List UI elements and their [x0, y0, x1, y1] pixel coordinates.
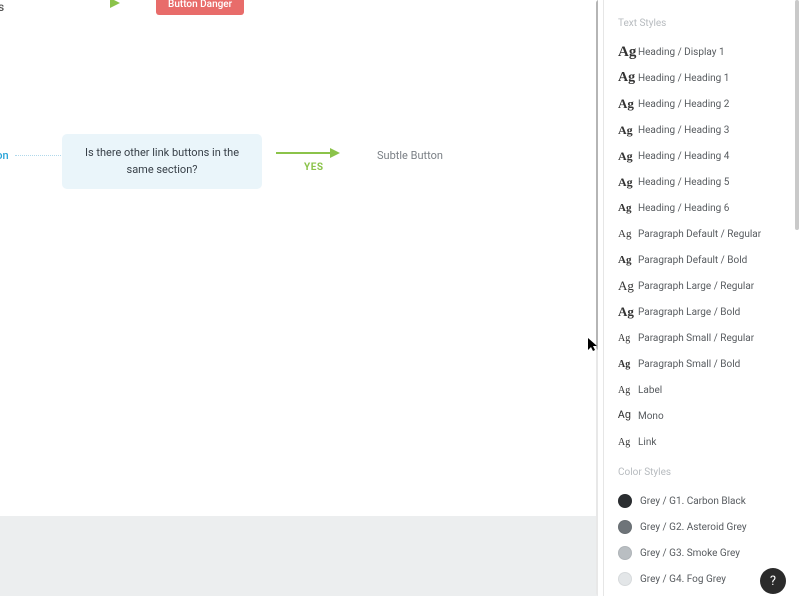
text-style-item[interactable]: AgParagraph Default / Bold [618, 247, 800, 273]
ag-sample-icon: Ag [618, 359, 638, 370]
ag-sample-icon: Ag [618, 175, 638, 190]
cropped-label: s [0, 0, 4, 14]
text-style-name: Heading / Display 1 [638, 47, 725, 58]
ag-sample-icon: Ag [618, 228, 638, 240]
color-swatch-icon [618, 494, 632, 508]
text-style-name: Mono [638, 411, 664, 422]
ag-sample-icon: Ag [618, 70, 638, 86]
ag-sample-icon: Ag [618, 278, 638, 294]
text-style-item[interactable]: AgParagraph Small / Regular [618, 325, 800, 351]
text-style-name: Paragraph Large / Regular [638, 281, 754, 292]
color-style-name: Grey / G4. Fog Grey [640, 574, 726, 585]
color-swatch-icon [618, 546, 632, 560]
ag-sample-icon: Ag [618, 385, 638, 396]
design-canvas[interactable]: s Button Danger tton Is there other link… [0, 0, 598, 596]
text-style-item[interactable]: AgHeading / Heading 6 [618, 195, 800, 221]
text-style-item[interactable]: AgHeading / Display 1 [618, 39, 800, 65]
ag-sample-icon: Ag [618, 333, 638, 344]
arrow-yes-label: YES [304, 162, 323, 173]
canvas-section-bg [0, 516, 598, 596]
text-style-name: Heading / Heading 3 [638, 125, 729, 136]
arrow-icon [110, 0, 120, 8]
text-style-item[interactable]: AgParagraph Large / Bold [618, 299, 800, 325]
text-style-item[interactable]: AgLink [618, 429, 800, 455]
subtle-button-label: Subtle Button [377, 149, 443, 162]
color-swatch-icon [618, 520, 632, 534]
text-style-name: Heading / Heading 5 [638, 177, 729, 188]
help-button[interactable]: ? [760, 568, 786, 594]
color-styles-heading: Color Styles [618, 467, 800, 478]
ag-sample-icon: Ag [618, 437, 638, 448]
ag-sample-icon: Ag [618, 410, 638, 422]
ag-sample-icon: Ag [618, 96, 638, 112]
canvas-scrollbar-thumb[interactable] [596, 0, 598, 350]
cropped-link-label: tton [0, 149, 9, 162]
text-style-name: Paragraph Default / Bold [638, 255, 747, 266]
text-style-name: Paragraph Large / Bold [638, 307, 740, 318]
color-style-item[interactable]: Grey / G2. Asteroid Grey [618, 514, 800, 540]
color-swatch-icon [618, 572, 632, 586]
color-style-name: Grey / G2. Asteroid Grey [640, 522, 747, 533]
text-style-name: Paragraph Default / Regular [638, 229, 761, 240]
ag-sample-icon: Ag [618, 149, 638, 164]
text-style-item[interactable]: AgHeading / Heading 5 [618, 169, 800, 195]
text-style-item[interactable]: AgHeading / Heading 2 [618, 91, 800, 117]
text-style-name: Heading / Heading 6 [638, 203, 729, 214]
decision-node[interactable]: Is there other link buttons in the same … [62, 134, 262, 189]
text-style-name: Paragraph Small / Bold [638, 359, 740, 370]
text-style-item[interactable]: AgHeading / Heading 1 [618, 65, 800, 91]
text-style-item[interactable]: AgMono [618, 403, 800, 429]
color-style-name: Grey / G1. Carbon Black [640, 496, 746, 507]
ag-sample-icon: Ag [618, 44, 638, 61]
ag-sample-icon: Ag [618, 202, 638, 214]
text-styles-heading: Text Styles [618, 18, 800, 29]
text-style-item[interactable]: AgHeading / Heading 3 [618, 117, 800, 143]
ag-sample-icon: Ag [618, 123, 638, 138]
dotted-connector [15, 155, 61, 156]
text-style-item[interactable]: AgParagraph Small / Bold [618, 351, 800, 377]
styles-panel: Text Styles AgHeading / Display 1AgHeadi… [603, 0, 800, 596]
color-style-name: Grey / G3. Smoke Grey [640, 548, 740, 559]
button-danger[interactable]: Button Danger [156, 0, 244, 15]
text-style-name: Paragraph Small / Regular [638, 333, 754, 344]
text-style-name: Link [638, 437, 656, 448]
text-style-item[interactable]: AgParagraph Default / Regular [618, 221, 800, 247]
text-style-item[interactable]: AgLabel [618, 377, 800, 403]
color-style-item[interactable]: Grey / G1. Carbon Black [618, 488, 800, 514]
text-style-name: Heading / Heading 4 [638, 151, 729, 162]
text-style-name: Heading / Heading 2 [638, 99, 729, 110]
text-style-name: Heading / Heading 1 [638, 73, 729, 84]
text-style-item[interactable]: AgHeading / Heading 4 [618, 143, 800, 169]
arrow-yes [276, 152, 332, 154]
panel-scrollbar-thumb[interactable] [795, 0, 799, 230]
text-style-item[interactable]: AgParagraph Large / Regular [618, 273, 800, 299]
color-style-item[interactable]: Grey / G3. Smoke Grey [618, 540, 800, 566]
text-style-name: Label [638, 385, 662, 396]
canvas-scrollbar[interactable] [596, 0, 598, 596]
ag-sample-icon: Ag [618, 304, 638, 320]
ag-sample-icon: Ag [618, 254, 638, 266]
panel-scrollbar[interactable] [795, 0, 799, 596]
